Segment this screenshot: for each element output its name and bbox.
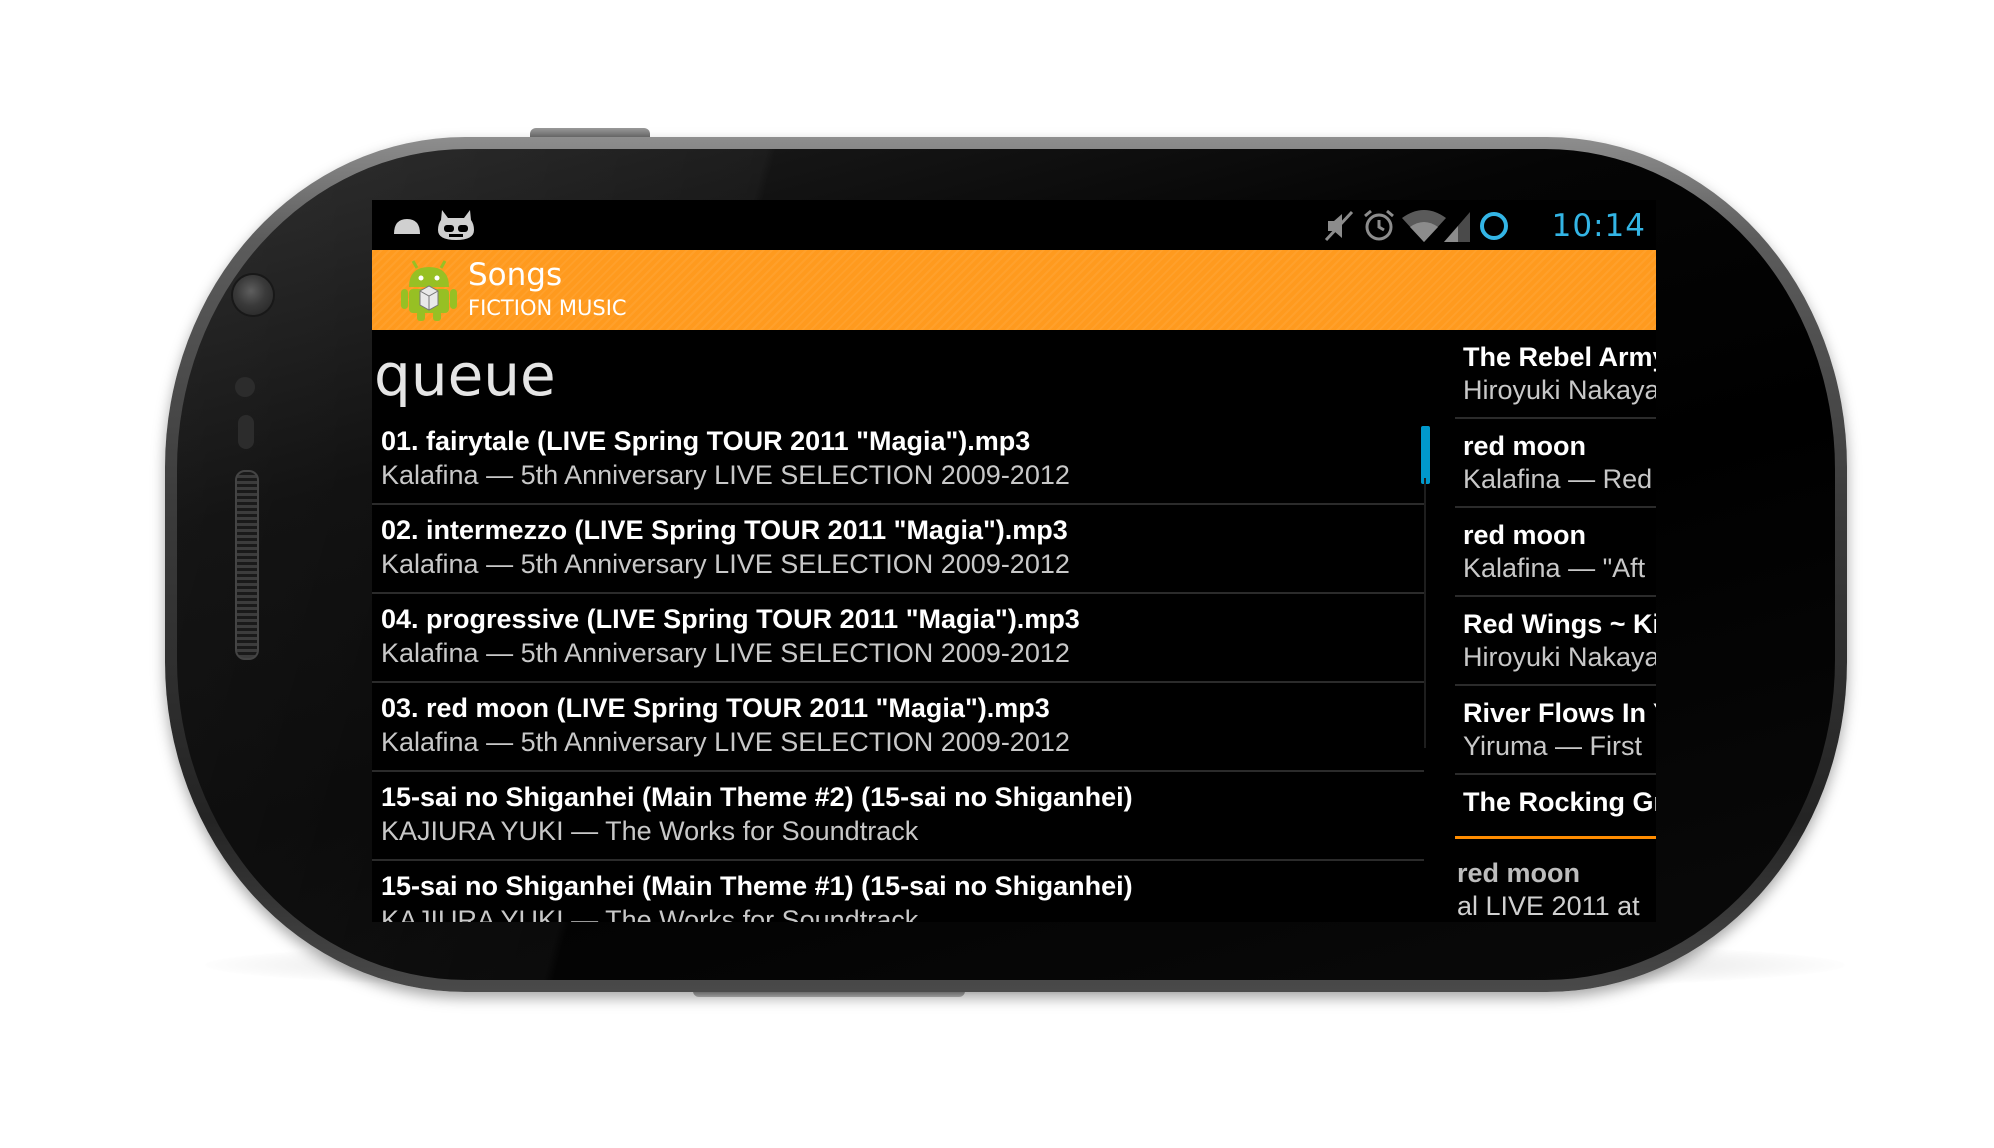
- earpiece-speaker: [235, 470, 259, 660]
- song-artist-album: KAJIURA YUKI — The Works for Soundtrack: [381, 816, 919, 846]
- front-camera: [233, 275, 273, 315]
- muted-speaker-icon: [1324, 210, 1354, 242]
- queue-heading: queue: [374, 341, 556, 409]
- song-list-item[interactable]: The Rebel Army Hiroyuki Nakaya: [1455, 330, 1656, 419]
- queue-row[interactable]: 15-sai no Shiganhei (Main Theme #1) (15-…: [372, 861, 1424, 922]
- song-list-item[interactable]: red moon Kalafina — Red: [1455, 419, 1656, 508]
- queue-row[interactable]: 04. progressive (LIVE Spring TOUR 2011 "…: [372, 594, 1424, 683]
- song-title: The Rocking Gr: [1463, 787, 1656, 817]
- active-indicator: [1455, 836, 1656, 839]
- clock-time: 10:14: [1551, 208, 1646, 244]
- now-playing-title: red moon: [1457, 858, 1581, 888]
- song-title: red moon: [1463, 431, 1587, 461]
- queue-row[interactable]: 03. red moon (LIVE Spring TOUR 2011 "Mag…: [372, 683, 1424, 772]
- song-title: 15-sai no Shiganhei (Main Theme #2) (15-…: [381, 782, 1133, 812]
- cyanogen-mascot-icon: [438, 210, 474, 240]
- song-list-item[interactable]: red moon Kalafina — "Aft: [1455, 508, 1656, 597]
- queue-row[interactable]: 15-sai no Shiganhei (Main Theme #2) (15-…: [372, 772, 1424, 861]
- song-title: River Flows In Y: [1463, 698, 1656, 728]
- wifi-icon: [1402, 210, 1446, 242]
- song-title: 04. progressive (LIVE Spring TOUR 2011 "…: [381, 604, 1080, 634]
- pane-divider: [1424, 478, 1426, 748]
- light-sensor: [238, 415, 254, 449]
- songs-pane: The Rebel Army Hiroyuki Nakaya red moon …: [1455, 330, 1656, 921]
- phone-screen: 10:14 Songs FICTION MUSIC queue 01. fair…: [372, 200, 1656, 922]
- sync-ring-icon: [1480, 212, 1508, 240]
- queue-scrollbar[interactable]: [1421, 426, 1430, 484]
- action-bar-subtitle: FICTION MUSIC: [468, 296, 627, 320]
- now-playing-subtitle: al LIVE 2011 at: [1457, 891, 1640, 921]
- song-list-item[interactable]: River Flows In Y Yiruma — First: [1455, 686, 1656, 775]
- song-artist: Kalafina — "Aft: [1463, 553, 1646, 583]
- song-title: 02. intermezzo (LIVE Spring TOUR 2011 "M…: [381, 515, 1068, 545]
- song-list-item-active[interactable]: The Rocking Gr: [1455, 775, 1656, 839]
- song-title: The Rebel Army: [1463, 342, 1656, 372]
- song-list-item[interactable]: Red Wings ~ Ki Hiroyuki Nakaya: [1455, 597, 1656, 686]
- song-artist-album: Kalafina — 5th Anniversary LIVE SELECTIO…: [381, 727, 1070, 757]
- song-artist: Hiroyuki Nakaya: [1463, 642, 1656, 672]
- action-bar-title: Songs: [468, 257, 563, 293]
- song-artist-album: KAJIURA YUKI — The Works for Soundtrack: [381, 905, 919, 922]
- song-title: 15-sai no Shiganhei (Main Theme #1) (15-…: [381, 871, 1133, 901]
- song-artist-album: Kalafina — 5th Anniversary LIVE SELECTIO…: [381, 549, 1070, 579]
- song-artist-album: Kalafina — 5th Anniversary LIVE SELECTIO…: [381, 638, 1070, 668]
- queue-row[interactable]: 01. fairytale (LIVE Spring TOUR 2011 "Ma…: [372, 416, 1424, 505]
- song-artist: Hiroyuki Nakaya: [1463, 375, 1656, 405]
- song-title: Red Wings ~ Ki: [1463, 609, 1656, 639]
- signal-icon: [1444, 212, 1470, 242]
- queue-list: 01. fairytale (LIVE Spring TOUR 2011 "Ma…: [372, 416, 1424, 922]
- alarm-icon: [1364, 209, 1394, 241]
- now-playing-bar[interactable]: red moon al LIVE 2011 at: [1455, 858, 1656, 922]
- status-bar: 10:14: [372, 200, 1656, 250]
- main-content: queue 01. fairytale (LIVE Spring TOUR 20…: [372, 330, 1656, 922]
- song-artist: Kalafina — Red: [1463, 464, 1653, 494]
- android-app-icon[interactable]: [400, 259, 458, 321]
- song-artist: Yiruma — First: [1463, 731, 1643, 761]
- action-bar: Songs FICTION MUSIC: [372, 250, 1656, 330]
- song-title: red moon: [1463, 520, 1587, 550]
- android-notification-icon: [394, 219, 420, 234]
- song-title: 01. fairytale (LIVE Spring TOUR 2011 "Ma…: [381, 426, 1031, 456]
- queue-row[interactable]: 02. intermezzo (LIVE Spring TOUR 2011 "M…: [372, 505, 1424, 594]
- song-title: 03. red moon (LIVE Spring TOUR 2011 "Mag…: [381, 693, 1050, 723]
- proximity-sensor: [235, 377, 255, 397]
- song-artist-album: Kalafina — 5th Anniversary LIVE SELECTIO…: [381, 460, 1070, 490]
